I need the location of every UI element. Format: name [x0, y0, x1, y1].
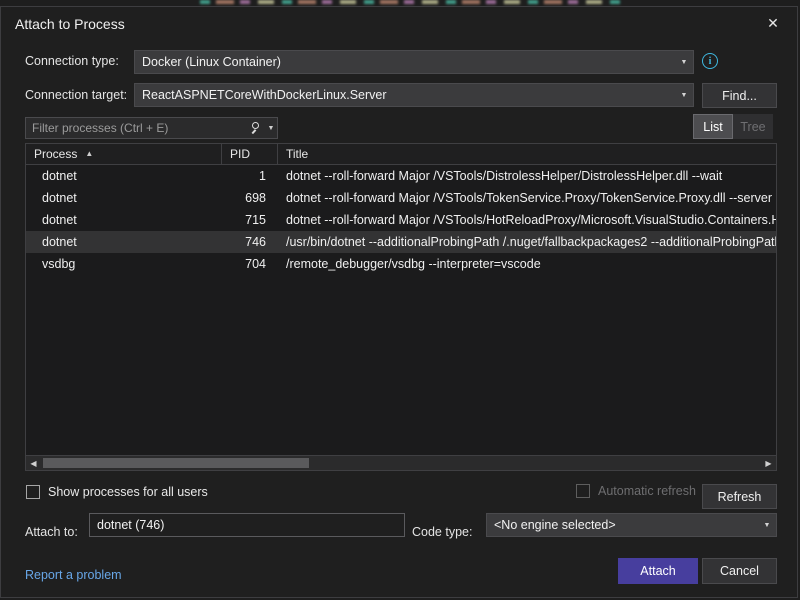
table-row[interactable]: dotnet698dotnet --roll-forward Major /VS…	[26, 187, 776, 209]
column-header-process-label: Process	[34, 147, 77, 161]
connection-type-combobox[interactable]: Docker (Linux Container) ▼	[134, 50, 694, 74]
cell-pid: 704	[222, 257, 278, 271]
view-mode-toggle: List Tree	[693, 114, 773, 139]
cell-process: dotnet	[26, 235, 222, 249]
code-type-combobox[interactable]: <No engine selected> ▼	[486, 513, 777, 537]
cell-process: vsdbg	[26, 257, 222, 271]
show-all-users-checkbox[interactable]: Show processes for all users	[26, 485, 208, 499]
connection-target-label: Connection target:	[25, 88, 127, 102]
cell-pid: 746	[222, 235, 278, 249]
close-icon[interactable]: ✕	[753, 9, 793, 37]
process-list-header: Process ▲ PID Title	[26, 144, 776, 165]
cancel-button[interactable]: Cancel	[702, 558, 777, 584]
report-problem-link[interactable]: Report a problem	[25, 568, 122, 582]
column-header-process[interactable]: Process ▲	[26, 144, 222, 164]
cell-title: /usr/bin/dotnet --additionalProbingPath …	[278, 235, 776, 249]
attach-button[interactable]: Attach	[618, 558, 698, 584]
refresh-button[interactable]: Refresh	[702, 484, 777, 509]
scrollbar-track[interactable]	[41, 456, 761, 470]
chevron-down-icon: ▼	[758, 522, 776, 529]
scroll-right-icon[interactable]: ▶	[761, 456, 776, 470]
cell-process: dotnet	[26, 191, 222, 205]
scroll-left-icon[interactable]: ◀	[26, 456, 41, 470]
show-all-users-label: Show processes for all users	[48, 485, 208, 499]
connection-type-label: Connection type:	[25, 54, 119, 68]
cell-pid: 698	[222, 191, 278, 205]
view-list-button[interactable]: List	[693, 114, 733, 139]
horizontal-scrollbar[interactable]: ◀ ▶	[26, 455, 776, 470]
attach-to-label: Attach to:	[25, 525, 78, 539]
attach-to-input[interactable]: dotnet (746)	[89, 513, 405, 537]
view-tree-button[interactable]: Tree	[733, 114, 773, 139]
find-button[interactable]: Find...	[702, 83, 777, 108]
info-icon[interactable]: i	[702, 53, 718, 69]
dialog-title: Attach to Process	[15, 16, 125, 32]
connection-target-value: ReactASPNETCoreWithDockerLinux.Server	[135, 88, 675, 102]
cell-title: dotnet --roll-forward Major /VSTools/Hot…	[278, 213, 776, 227]
filter-processes-input[interactable]: Filter processes (Ctrl + E) ▼	[25, 117, 278, 139]
cell-title: /remote_debugger/vsdbg --interpreter=vsc…	[278, 257, 776, 271]
filter-placeholder: Filter processes (Ctrl + E)	[26, 121, 249, 135]
cell-title: dotnet --roll-forward Major /VSTools/Tok…	[278, 191, 776, 205]
search-icon	[249, 121, 264, 136]
table-row[interactable]: dotnet1dotnet --roll-forward Major /VSTo…	[26, 165, 776, 187]
dialog-titlebar: Attach to Process ✕	[1, 7, 797, 41]
column-header-title[interactable]: Title	[278, 144, 776, 164]
checkbox-box	[26, 485, 40, 499]
table-row[interactable]: dotnet715dotnet --roll-forward Major /VS…	[26, 209, 776, 231]
sort-ascending-icon: ▲	[85, 150, 93, 158]
column-header-pid[interactable]: PID	[222, 144, 278, 164]
cell-process: dotnet	[26, 213, 222, 227]
automatic-refresh-checkbox: Automatic refresh	[576, 484, 696, 498]
automatic-refresh-label: Automatic refresh	[598, 484, 696, 498]
process-list-panel: Process ▲ PID Title dotnet1dotnet --roll…	[25, 143, 777, 471]
code-type-label: Code type:	[412, 525, 472, 539]
code-type-value: <No engine selected>	[487, 518, 758, 532]
table-row[interactable]: vsdbg704/remote_debugger/vsdbg --interpr…	[26, 253, 776, 275]
chevron-down-icon: ▼	[675, 59, 693, 66]
process-rows: dotnet1dotnet --roll-forward Major /VSTo…	[26, 165, 776, 275]
connection-type-value: Docker (Linux Container)	[135, 55, 675, 69]
checkbox-box	[576, 484, 590, 498]
cell-pid: 1	[222, 169, 278, 183]
table-row[interactable]: dotnet746/usr/bin/dotnet --additionalPro…	[26, 231, 776, 253]
blurred-code-strip	[200, 0, 620, 4]
chevron-down-icon: ▼	[675, 92, 693, 99]
scrollbar-thumb[interactable]	[43, 458, 309, 468]
attach-to-process-dialog: Attach to Process ✕ Connection type: Doc…	[0, 6, 798, 598]
cell-title: dotnet --roll-forward Major /VSTools/Dis…	[278, 169, 776, 183]
cell-pid: 715	[222, 213, 278, 227]
chevron-down-icon[interactable]: ▼	[265, 125, 277, 132]
cell-process: dotnet	[26, 169, 222, 183]
connection-target-combobox[interactable]: ReactASPNETCoreWithDockerLinux.Server ▼	[134, 83, 694, 107]
